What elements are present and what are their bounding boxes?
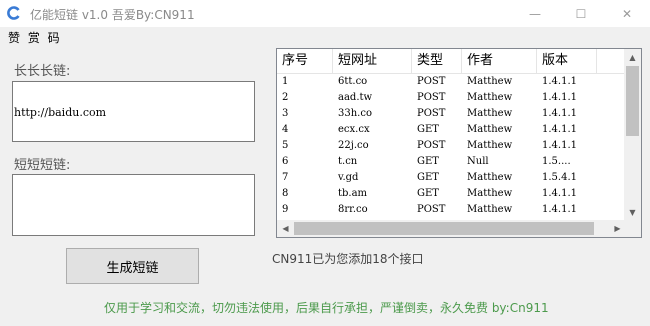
column-header-version[interactable]: 版本 xyxy=(537,49,597,73)
table-cell: POST xyxy=(417,108,446,119)
table-cell: 8rr.co xyxy=(338,204,368,215)
column-header-type[interactable]: 类型 xyxy=(412,49,462,73)
table-row[interactable]: 5 22j.co POST Matthew 1.4.1.1 xyxy=(277,138,626,154)
table-cell: Matthew xyxy=(467,140,513,151)
table-row[interactable]: 8 tb.am GET Matthew 1.4.1.1 xyxy=(277,186,626,202)
table-cell: POST xyxy=(417,92,446,103)
table-cell: POST xyxy=(417,204,446,215)
table-row[interactable]: 1 6tt.co POST Matthew 1.4.1.1 xyxy=(277,74,626,90)
scroll-up-icon[interactable]: ▲ xyxy=(624,49,641,66)
table-cell: ecx.cx xyxy=(338,124,370,135)
list-header: 序号 短网址 类型 作者 版本 xyxy=(277,49,626,74)
menu-item-donate[interactable]: 赞 赏 码 xyxy=(8,29,62,46)
vertical-scroll-thumb[interactable] xyxy=(626,66,639,136)
maximize-button[interactable]: ☐ xyxy=(558,0,604,27)
window-title: 亿能短链 v1.0 吾爱By:CN911 xyxy=(30,8,195,22)
generate-short-link-button[interactable]: 生成短链 xyxy=(66,248,199,284)
table-cell: 1.5.4.1 xyxy=(542,172,577,183)
app-logo-icon xyxy=(7,6,20,20)
footer-disclaimer: 仅用于学习和交流，切勿违法使用，后果自行承担，严谨倒卖，永久免费 by:Cn91… xyxy=(104,301,549,315)
table-cell: 1.4.1.1 xyxy=(542,92,577,103)
table-cell: 1.4.1.1 xyxy=(542,76,577,87)
column-header-short-url[interactable]: 短网址 xyxy=(333,49,412,73)
table-cell: POST xyxy=(417,140,446,151)
horizontal-scroll-thumb[interactable] xyxy=(294,222,594,235)
table-cell: aad.tw xyxy=(338,92,373,103)
table-cell: 3 xyxy=(282,108,289,119)
table-cell: 8 xyxy=(282,188,289,199)
title-bar: 亿能短链 v1.0 吾爱By:CN911 — ☐ ✕ xyxy=(0,0,650,27)
table-cell: 1.4.1.1 xyxy=(542,124,577,135)
scroll-down-icon[interactable]: ▼ xyxy=(624,204,641,221)
table-cell: 6tt.co xyxy=(338,76,368,87)
table-row[interactable]: 4 ecx.cx GET Matthew 1.4.1.1 xyxy=(277,122,626,138)
api-list-view[interactable]: 序号 短网址 类型 作者 版本 1 6tt.co POST Matthew 1.4.1.… xyxy=(276,48,642,238)
scroll-left-icon[interactable]: ◀ xyxy=(277,220,294,237)
menu-bar: 赞 赏 码 xyxy=(0,27,650,45)
table-cell: 1 xyxy=(282,76,289,87)
table-cell: Matthew xyxy=(467,76,513,87)
minimize-button[interactable]: — xyxy=(512,0,558,27)
horizontal-scrollbar[interactable]: ◀ ▶ xyxy=(277,220,626,237)
table-cell: 6 xyxy=(282,156,289,167)
table-row[interactable]: 3 33h.co POST Matthew 1.4.1.1 xyxy=(277,106,626,122)
table-row[interactable]: 9 8rr.co POST Matthew 1.4.1.1 xyxy=(277,202,626,218)
vertical-scrollbar[interactable]: ▲ ▼ xyxy=(624,49,641,221)
table-cell: GET xyxy=(417,172,439,183)
table-cell: Matthew xyxy=(467,92,513,103)
table-row[interactable]: 7 v.gd GET Matthew 1.5.4.1 xyxy=(277,170,626,186)
table-cell: 4 xyxy=(282,124,289,135)
table-cell: GET xyxy=(417,188,439,199)
table-cell: Null xyxy=(467,156,489,167)
table-cell: 1.4.1.1 xyxy=(542,140,577,151)
column-header-index[interactable]: 序号 xyxy=(277,49,333,73)
table-cell: 1.4.1.1 xyxy=(542,108,577,119)
table-cell: GET xyxy=(417,156,439,167)
table-cell: Matthew xyxy=(467,204,513,215)
table-cell: GET xyxy=(417,124,439,135)
table-cell: 1.4.1.1 xyxy=(542,188,577,199)
table-row[interactable]: 2 aad.tw POST Matthew 1.4.1.1 xyxy=(277,90,626,106)
table-cell: Matthew xyxy=(467,188,513,199)
table-cell: Matthew xyxy=(467,108,513,119)
table-cell: POST xyxy=(417,76,446,87)
table-row[interactable]: 6 t.cn GET Null 1.5.... xyxy=(277,154,626,170)
table-cell: 1.5.... xyxy=(542,156,571,167)
table-cell: t.cn xyxy=(338,156,358,167)
table-cell: 22j.co xyxy=(338,140,369,151)
table-cell: 9 xyxy=(282,204,289,215)
table-cell: 7 xyxy=(282,172,289,183)
short-link-output[interactable] xyxy=(12,174,255,236)
long-link-label: 长长长链: xyxy=(14,64,71,79)
table-cell: v.gd xyxy=(338,172,359,183)
long-link-input[interactable]: http://baidu.com xyxy=(12,81,255,142)
table-cell: Matthew xyxy=(467,172,513,183)
table-cell: 1.4.1.1 xyxy=(542,204,577,215)
table-cell: 5 xyxy=(282,140,289,151)
column-header-author[interactable]: 作者 xyxy=(462,49,537,73)
table-cell: 2 xyxy=(282,92,289,103)
table-cell: Matthew xyxy=(467,124,513,135)
short-link-label: 短短短链: xyxy=(14,158,71,173)
close-button[interactable]: ✕ xyxy=(604,0,650,27)
long-link-value: http://baidu.com xyxy=(14,106,107,119)
scrollbar-corner xyxy=(624,220,641,237)
table-cell: 33h.co xyxy=(338,108,372,119)
table-cell: tb.am xyxy=(338,188,368,199)
status-text: CN911已为您添加18个接口 xyxy=(272,252,424,266)
